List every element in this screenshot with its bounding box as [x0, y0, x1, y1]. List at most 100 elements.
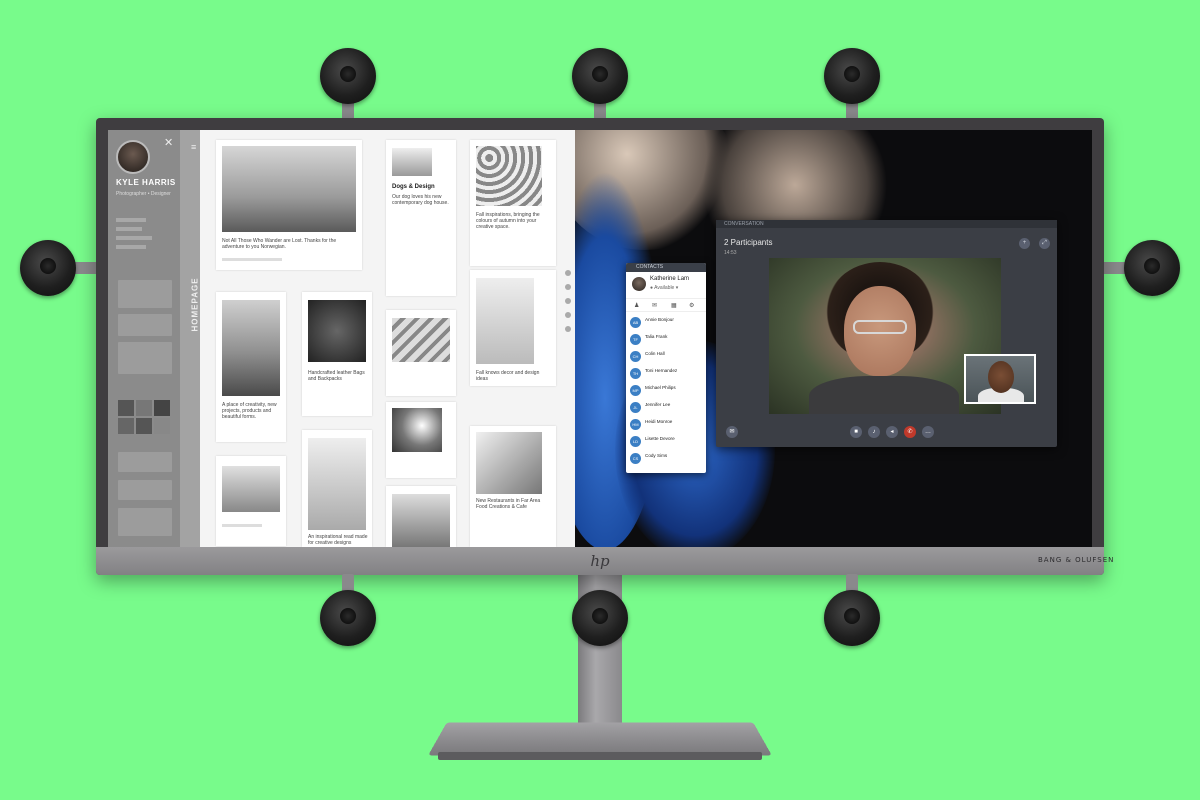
volume-icon[interactable]: ◂ — [886, 426, 898, 438]
post-caption: Not All Those Who Wander are Lost. Thank… — [222, 238, 337, 250]
camera-toggle-icon[interactable]: ■ — [850, 426, 862, 438]
brand-label: BANG & OLUFSEN — [1038, 556, 1115, 564]
conversation-titlebar: CONVERSATION — [716, 220, 1057, 228]
post-meta — [222, 258, 282, 261]
call-timer: 14:53 — [724, 250, 737, 256]
sidebar-menu-item[interactable] — [116, 245, 146, 249]
post-card[interactable]: Fall knows decor and design ideas — [470, 270, 556, 386]
post-card[interactable] — [386, 402, 456, 478]
status-dropdown[interactable]: ● Available ▾ — [650, 285, 678, 291]
portfolio-app: ✕ KYLE HARRIS Photographer • Designer ≡ … — [108, 130, 575, 547]
facebook-icon[interactable] — [565, 312, 571, 318]
profile-name: KYLE HARRIS — [116, 178, 176, 187]
contacts-window: CONTACTS Katherine Lam ● Available ▾ ♟ ✉… — [626, 263, 706, 473]
chat-icon[interactable]: ✉ — [652, 302, 657, 309]
sidebar-menu-item[interactable] — [116, 236, 152, 240]
post-photo — [222, 466, 280, 512]
video-person-glasses — [853, 320, 907, 334]
post-card[interactable] — [386, 310, 456, 396]
social-links — [565, 270, 575, 340]
profile-tagline: Photographer • Designer — [116, 191, 171, 197]
instagram-icon[interactable] — [565, 284, 571, 290]
camera-top-left — [320, 48, 376, 104]
contact-avatar: LD — [630, 436, 641, 447]
contact-row[interactable]: MP Michael Philips — [630, 383, 704, 399]
post-card[interactable]: Dogs & Design Our dog loves his new cont… — [386, 140, 456, 296]
sidebar-photo-grid — [118, 400, 170, 434]
contact-name: Colin Hall — [645, 351, 665, 356]
post-photo — [392, 494, 450, 547]
camera-bottom-right — [824, 590, 880, 646]
contact-row[interactable]: TF Talia Frank — [630, 332, 704, 348]
sidebar-widget — [118, 314, 172, 336]
add-participant-icon[interactable]: + — [1019, 238, 1030, 249]
post-card[interactable]: A place of creativity, new projects, pro… — [216, 292, 286, 442]
contact-row[interactable]: CH Colin Hall — [630, 349, 704, 365]
post-photo — [476, 278, 534, 364]
contact-row[interactable]: LD Lisette Devore — [630, 434, 704, 450]
camera-bottom-left — [320, 590, 376, 646]
menu-icon[interactable]: ≡ — [191, 142, 196, 152]
vimeo-icon[interactable] — [565, 326, 571, 332]
contact-row[interactable]: TH Toni Hernandez — [630, 366, 704, 382]
video-person-shirt — [809, 376, 959, 414]
hang-up-icon[interactable]: ✆ — [904, 426, 916, 438]
post-card[interactable]: Fall inspirations, bringing the colours … — [470, 140, 556, 266]
monitor-screen: ✕ KYLE HARRIS Photographer • Designer ≡ … — [108, 130, 1092, 547]
contact-avatar: TF — [630, 334, 641, 345]
self-view-video — [964, 354, 1036, 404]
post-card[interactable]: New Restaurants in Far Area Food Creatio… — [470, 426, 556, 547]
contact-avatar: HM — [630, 419, 641, 430]
contact-name: Heidi Monroe — [645, 419, 673, 424]
sidebar-widget — [118, 452, 172, 472]
camera-right — [1124, 240, 1180, 296]
post-caption: Our dog loves his new contemporary dog h… — [392, 194, 449, 206]
post-photo — [222, 146, 356, 232]
contact-avatar: CS — [630, 453, 641, 464]
pip-person-face — [988, 361, 1014, 393]
twitter-icon[interactable] — [565, 270, 571, 276]
calendar-icon[interactable]: ▦ — [671, 302, 677, 309]
camera-top-center — [572, 48, 628, 104]
more-options-icon[interactable]: … — [922, 426, 934, 438]
avatar[interactable] — [632, 277, 646, 291]
avatar[interactable] — [116, 140, 150, 174]
post-card[interactable]: An inspirational read made for creative … — [302, 430, 372, 547]
homepage-tab[interactable] — [180, 130, 200, 547]
post-meta — [222, 524, 262, 527]
portfolio-sidebar: ✕ KYLE HARRIS Photographer • Designer — [108, 130, 180, 547]
contact-avatar: JL — [630, 402, 641, 413]
sidebar-widget — [118, 508, 172, 536]
post-photo — [308, 300, 366, 362]
sidebar-menu-item[interactable] — [116, 218, 146, 222]
hp-logo: hp — [590, 552, 610, 570]
my-name: Katherine Lam — [650, 276, 690, 282]
contact-row[interactable]: JL Jennifer Lee — [630, 400, 704, 416]
post-card[interactable] — [386, 486, 456, 547]
post-photo — [222, 300, 280, 396]
sidebar-menu-item[interactable] — [116, 227, 142, 231]
sidebar-widget — [118, 480, 172, 500]
post-caption: Fall inspirations, bringing the colours … — [476, 212, 540, 230]
expand-icon[interactable]: ⤢ — [1039, 238, 1050, 249]
pinterest-icon[interactable] — [565, 298, 571, 304]
close-icon[interactable]: ✕ — [164, 136, 173, 149]
contact-name: Annie Bonjour — [645, 317, 674, 322]
person-icon[interactable]: ♟ — [634, 302, 639, 309]
contact-name: Talia Frank — [645, 334, 668, 339]
contacts-toolbar: ♟ ✉ ▦ ⚙ — [626, 298, 706, 312]
microphone-icon[interactable]: ♪ — [868, 426, 880, 438]
contact-row[interactable]: AB Annie Bonjour — [630, 315, 704, 331]
post-card[interactable]: Handcrafted leather Bags and Backpacks — [302, 292, 372, 416]
contact-row[interactable]: HM Heidi Monroe — [630, 417, 704, 433]
post-photo — [392, 148, 432, 176]
post-card[interactable]: Not All Those Who Wander are Lost. Thank… — [216, 140, 362, 270]
contact-row[interactable]: CS Cody Sims — [630, 451, 704, 467]
chat-icon[interactable]: ✉ — [726, 426, 738, 438]
post-card[interactable] — [216, 456, 286, 546]
gear-icon[interactable]: ⚙ — [689, 302, 694, 309]
camera-left — [20, 240, 76, 296]
post-caption: New Restaurants in Far Area Food Creatio… — [476, 498, 541, 510]
post-photo — [308, 438, 366, 530]
post-caption: A place of creativity, new projects, pro… — [222, 402, 277, 420]
